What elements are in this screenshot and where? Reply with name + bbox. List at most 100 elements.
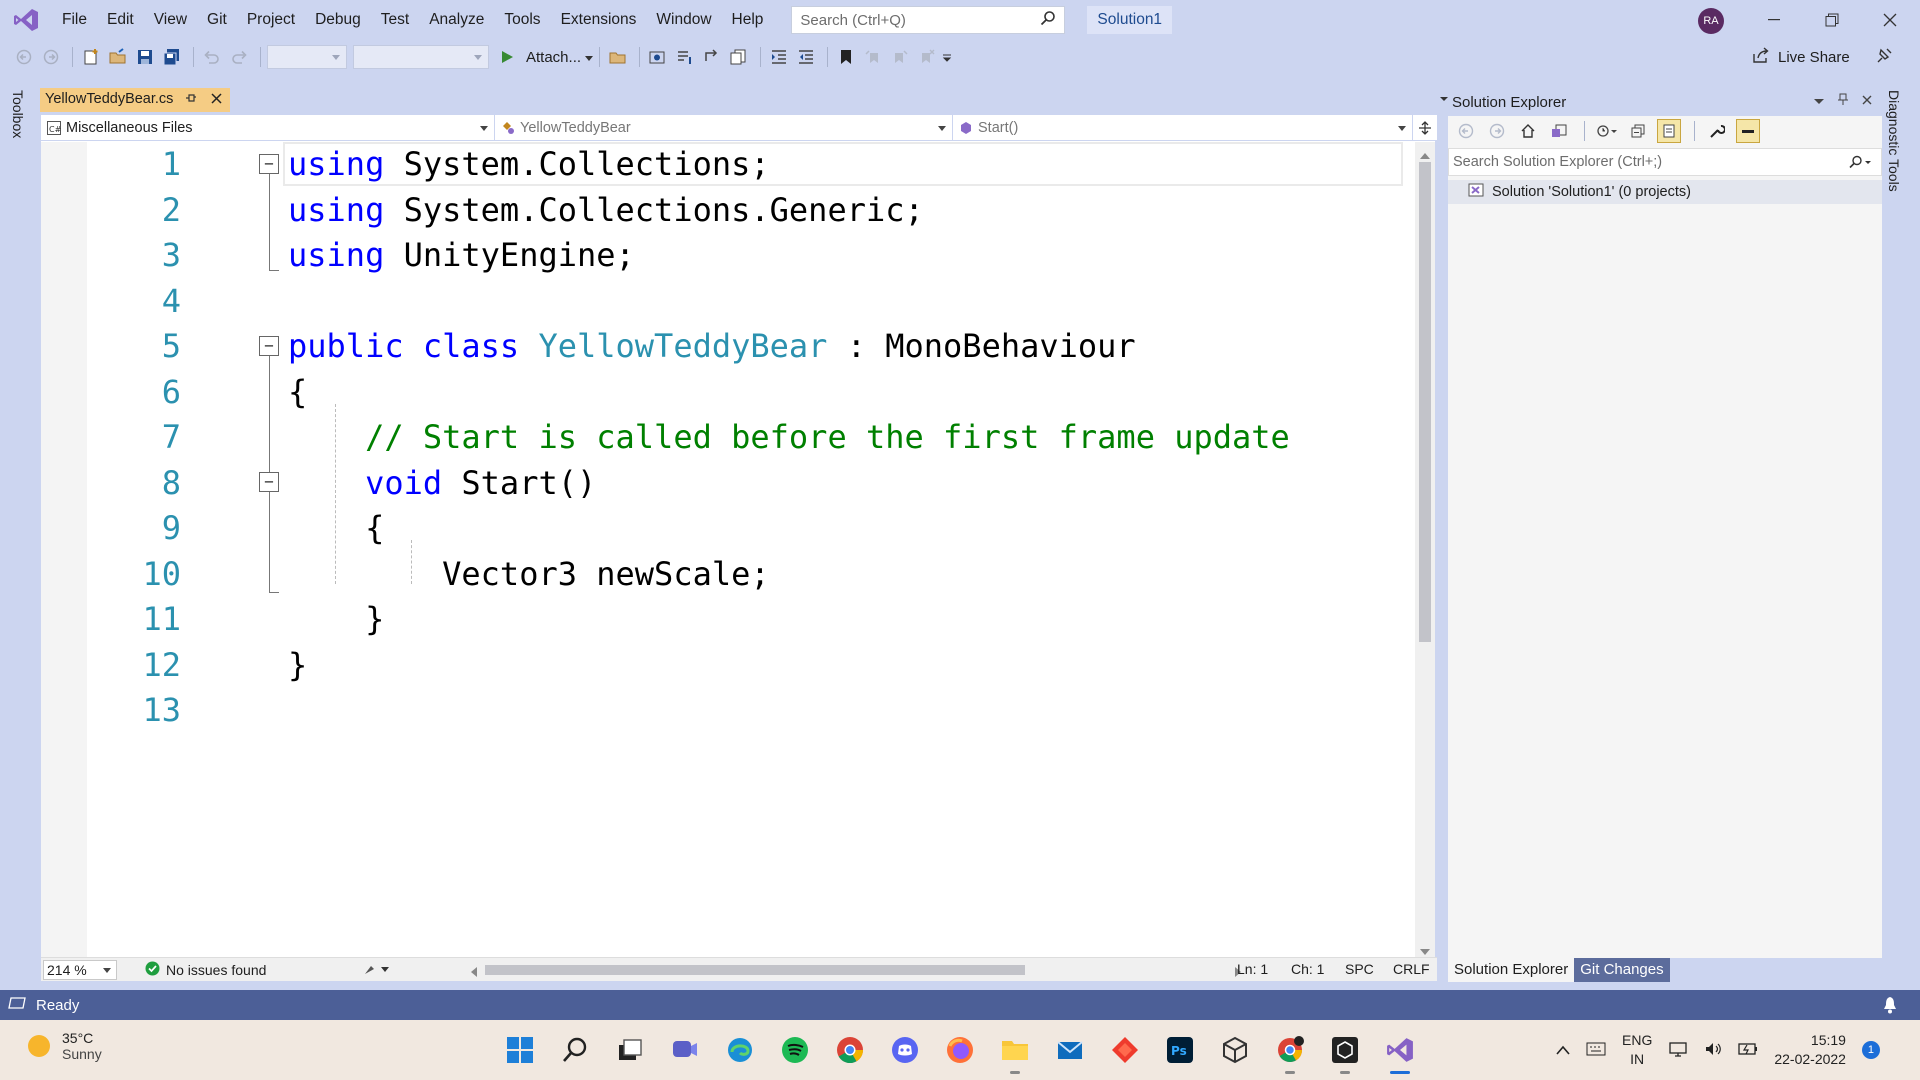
- scroll-left-icon[interactable]: [471, 964, 477, 980]
- play-icon[interactable]: [495, 45, 519, 69]
- solution-tree-item[interactable]: Solution 'Solution1' (0 projects): [1448, 180, 1882, 204]
- preview-selected-items-icon[interactable]: [1736, 119, 1760, 143]
- diagnostic-tools-tab[interactable]: Diagnostic Tools: [1886, 90, 1902, 192]
- menu-debug[interactable]: Debug: [305, 0, 371, 40]
- project-dropdown[interactable]: C# Miscellaneous Files: [41, 115, 495, 141]
- edge-icon[interactable]: [724, 1034, 756, 1066]
- unity-editor-icon[interactable]: [1329, 1034, 1361, 1074]
- previous-bookmark-icon[interactable]: [861, 45, 885, 69]
- anydesk-icon[interactable]: [1109, 1034, 1141, 1066]
- open-folder-icon[interactable]: [106, 45, 130, 69]
- collapse-method-icon[interactable]: −: [259, 472, 279, 492]
- next-bookmark-icon[interactable]: [888, 45, 912, 69]
- solution-name-badge[interactable]: Solution1: [1087, 6, 1173, 34]
- solution-platform-combo[interactable]: [353, 45, 489, 69]
- horizontal-scroll-thumb[interactable]: [485, 965, 1025, 975]
- code-line[interactable]: 12}: [41, 643, 1413, 688]
- code-line[interactable]: 8 void Start(): [41, 461, 1413, 506]
- task-view-icon[interactable]: [614, 1034, 646, 1066]
- notifications-bell-icon[interactable]: [1882, 996, 1898, 1018]
- pending-changes-filter-icon[interactable]: [1595, 119, 1619, 143]
- indent-icon[interactable]: [767, 45, 791, 69]
- attach-button[interactable]: Attach...: [526, 49, 581, 66]
- scroll-up-icon[interactable]: [1420, 146, 1430, 163]
- menu-extensions[interactable]: Extensions: [551, 0, 647, 40]
- restore-button[interactable]: [1803, 0, 1861, 40]
- close-window-button[interactable]: [1861, 0, 1919, 40]
- live-share-button[interactable]: Live Share: [1752, 40, 1850, 74]
- menu-tools[interactable]: Tools: [494, 0, 550, 40]
- zoom-level-combo[interactable]: 214 %: [43, 959, 117, 980]
- code-line[interactable]: 5 public class YellowTeddyBear : MonoBeha…: [41, 324, 1413, 369]
- collapse-class-icon[interactable]: −: [259, 336, 279, 356]
- code-line[interactable]: 2 using System.Collections.Generic;: [41, 188, 1413, 233]
- split-editor-icon[interactable]: [1415, 115, 1435, 141]
- solution-configuration-combo[interactable]: [267, 45, 347, 69]
- menu-view[interactable]: View: [144, 0, 197, 40]
- pin-icon[interactable]: [185, 92, 197, 107]
- line-ending-indicator[interactable]: CRLF: [1393, 961, 1430, 977]
- chevron-down-icon[interactable]: [585, 49, 594, 66]
- properties-wrench-icon[interactable]: [1705, 119, 1729, 143]
- menu-help[interactable]: Help: [722, 0, 774, 40]
- spotify-icon[interactable]: [779, 1034, 811, 1066]
- switch-views-icon[interactable]: [1547, 119, 1571, 143]
- solution-search-input[interactable]: Search Solution Explorer (Ctrl+;): [1448, 148, 1882, 176]
- type-dropdown[interactable]: YellowTeddyBear: [495, 115, 953, 141]
- firefox-icon[interactable]: [944, 1034, 976, 1066]
- input-language[interactable]: ENG IN: [1622, 1031, 1652, 1069]
- chrome-profile-icon[interactable]: [1274, 1034, 1306, 1074]
- tab-git-changes[interactable]: Git Changes: [1574, 958, 1670, 982]
- visual-studio-icon[interactable]: [1384, 1034, 1416, 1074]
- code-cleanup-icon[interactable]: [363, 962, 391, 979]
- teams-chat-icon[interactable]: [669, 1034, 701, 1066]
- line-indicator[interactable]: Ln: 1: [1237, 961, 1268, 977]
- menu-edit[interactable]: Edit: [97, 0, 144, 40]
- code-line[interactable]: 9 {: [41, 506, 1413, 551]
- member-dropdown[interactable]: Start(): [953, 115, 1413, 141]
- unity-hub-icon[interactable]: [1219, 1034, 1251, 1066]
- menu-project[interactable]: Project: [237, 0, 305, 40]
- document-tab-yellowteddybear[interactable]: YellowTeddyBear.cs: [40, 88, 230, 112]
- bookmark-icon[interactable]: [834, 45, 858, 69]
- code-line[interactable]: 7 // Start is called before the first fr…: [41, 415, 1413, 460]
- chevron-up-icon[interactable]: [1556, 1042, 1570, 1058]
- collapse-all-icon[interactable]: [1626, 119, 1650, 143]
- keyboard-icon[interactable]: [1586, 1042, 1606, 1059]
- back-icon[interactable]: [12, 45, 36, 69]
- clock[interactable]: 15:19 22-02-2022: [1774, 1031, 1846, 1069]
- back-icon[interactable]: [1454, 119, 1478, 143]
- step-into-icon[interactable]: [673, 45, 697, 69]
- screenshot-icon[interactable]: [646, 45, 670, 69]
- toolbox-tab[interactable]: Toolbox: [10, 90, 26, 138]
- photoshop-icon[interactable]: Ps: [1164, 1034, 1196, 1066]
- copy-icon[interactable]: [727, 45, 751, 69]
- window-position-dropdown-icon[interactable]: [1814, 92, 1824, 108]
- show-all-files-icon[interactable]: [1657, 119, 1681, 143]
- vertical-scroll-thumb[interactable]: [1419, 162, 1431, 642]
- outdent-icon[interactable]: [794, 45, 818, 69]
- file-explorer-icon[interactable]: [999, 1034, 1031, 1074]
- code-line[interactable]: 10 Vector3 newScale;: [41, 552, 1413, 597]
- home-icon[interactable]: [1516, 119, 1540, 143]
- menu-window[interactable]: Window: [646, 0, 721, 40]
- code-line[interactable]: 4: [41, 279, 1413, 324]
- code-text-area[interactable]: 1 using System.Collections; 2 using System.…: [41, 142, 1413, 957]
- vertical-scrollbar[interactable]: [1415, 142, 1435, 957]
- menu-analyze[interactable]: Analyze: [419, 0, 494, 40]
- save-all-icon[interactable]: [160, 45, 184, 69]
- user-avatar[interactable]: RA: [1698, 8, 1724, 34]
- weather-widget[interactable]: 35°C Sunny: [28, 1030, 102, 1062]
- save-icon[interactable]: [133, 45, 157, 69]
- code-line[interactable]: 1 using System.Collections;: [41, 142, 1413, 187]
- network-icon[interactable]: [1668, 1041, 1688, 1060]
- redo-icon[interactable]: [227, 45, 251, 69]
- notification-count-badge[interactable]: 1: [1861, 1041, 1880, 1059]
- tab-solution-explorer[interactable]: Solution Explorer: [1448, 958, 1575, 982]
- auto-hide-pin-icon[interactable]: [1838, 92, 1848, 108]
- new-project-icon[interactable]: [79, 45, 103, 69]
- whitespace-indicator[interactable]: SPC: [1345, 961, 1374, 977]
- menu-git[interactable]: Git: [197, 0, 237, 40]
- code-line[interactable]: 3 using UnityEngine;: [41, 233, 1413, 278]
- clear-bookmarks-icon[interactable]: [915, 45, 939, 69]
